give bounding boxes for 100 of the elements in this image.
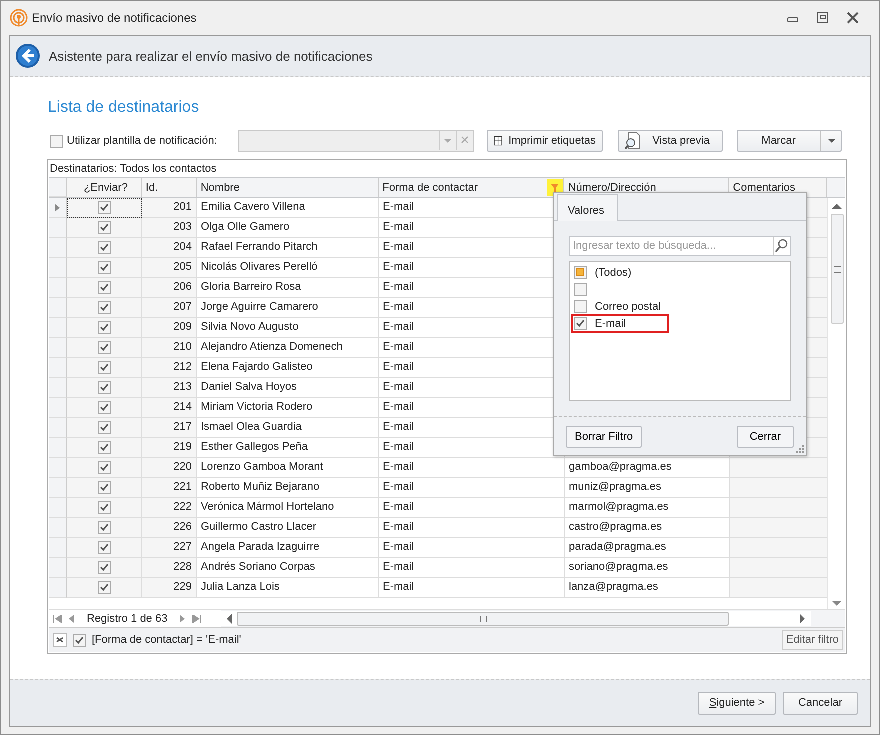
table-cell: Gloria Barreiro Rosa bbox=[197, 278, 379, 298]
checkbox[interactable] bbox=[50, 134, 63, 148]
table-cell: Roberto Muñiz Bejarano bbox=[197, 478, 379, 498]
checkbox[interactable] bbox=[98, 201, 110, 214]
popup-button[interactable]: Borrar Filtro bbox=[566, 426, 642, 448]
table-cell: lanza@pragma.es bbox=[565, 578, 730, 598]
checkbox[interactable] bbox=[574, 283, 587, 296]
row-indicator[interactable] bbox=[49, 218, 67, 238]
checkbox[interactable] bbox=[98, 581, 110, 594]
split-button[interactable]: Marcar bbox=[736, 130, 842, 152]
table-cell: E-mail bbox=[379, 538, 565, 558]
clear-filter-icon[interactable] bbox=[53, 633, 67, 647]
checkbox[interactable] bbox=[98, 481, 110, 494]
column-header[interactable]: Nombre bbox=[196, 178, 379, 197]
popup-button[interactable]: Cerrar bbox=[736, 426, 794, 448]
row-indicator[interactable] bbox=[49, 358, 67, 378]
checkbox[interactable] bbox=[98, 241, 110, 254]
row-indicator[interactable] bbox=[49, 238, 67, 258]
edit-filter-button[interactable]: Editar filtro bbox=[782, 630, 843, 650]
checkbox[interactable] bbox=[98, 561, 110, 574]
table-cell: 219 bbox=[142, 438, 197, 458]
checkbox[interactable] bbox=[73, 634, 86, 646]
table-cell: 212 bbox=[142, 358, 197, 378]
checkbox[interactable] bbox=[574, 300, 587, 313]
dropdown-arrow-icon bbox=[827, 138, 837, 144]
checkbox[interactable] bbox=[98, 361, 110, 374]
row-indicator[interactable] bbox=[49, 518, 67, 538]
search-field[interactable]: Ingresar texto de búsqueda... bbox=[569, 236, 791, 256]
table-cell: Elena Fajardo Galisteo bbox=[197, 358, 379, 378]
resize-grip-icon[interactable] bbox=[795, 444, 804, 453]
checkbox[interactable] bbox=[98, 321, 110, 334]
row-indicator[interactable] bbox=[49, 458, 67, 478]
table-cell: 207 bbox=[142, 298, 197, 318]
list-item[interactable]: Correo postal bbox=[595, 300, 662, 312]
checkbox[interactable] bbox=[98, 221, 110, 234]
back-icon[interactable] bbox=[15, 43, 41, 69]
checkbox[interactable] bbox=[98, 501, 110, 514]
checkbox[interactable] bbox=[98, 521, 110, 534]
horizontal-scrollbar[interactable] bbox=[221, 611, 811, 626]
wizard-title: Asistente para realizar el envío masivo de notificaciones bbox=[49, 48, 373, 64]
row-indicator[interactable] bbox=[49, 398, 67, 418]
row-indicator[interactable] bbox=[49, 338, 67, 358]
vertical-scrollbar[interactable] bbox=[827, 198, 845, 609]
record-counter: Registro 1 de 63 bbox=[86, 612, 169, 624]
table-cell: castro@pragma.es bbox=[565, 518, 730, 538]
row-indicator[interactable] bbox=[49, 578, 67, 598]
dialog-button[interactable]: Cancelar bbox=[783, 692, 858, 714]
grid-caption: Destinatarios: Todos los contactos bbox=[49, 162, 218, 177]
checkbox[interactable] bbox=[98, 441, 110, 454]
checkbox[interactable] bbox=[98, 281, 110, 294]
table-cell: 210 bbox=[142, 338, 197, 358]
row-indicator[interactable] bbox=[49, 318, 67, 338]
row-indicator[interactable] bbox=[49, 278, 67, 298]
row-indicator[interactable] bbox=[49, 498, 67, 518]
next-record-icon[interactable] bbox=[180, 614, 186, 622]
checkbox[interactable] bbox=[98, 301, 110, 314]
table-cell: 217 bbox=[142, 418, 197, 438]
previous-record-icon[interactable] bbox=[69, 614, 75, 622]
row-indicator[interactable] bbox=[49, 418, 67, 438]
toolbar-button[interactable]: Vista previa bbox=[618, 130, 723, 152]
row-indicator[interactable] bbox=[49, 298, 67, 318]
checkbox[interactable] bbox=[98, 421, 110, 434]
checkbox[interactable] bbox=[98, 461, 110, 474]
table-cell: soriano@pragma.es bbox=[565, 558, 730, 578]
table-cell: Olga Olle Gamero bbox=[197, 218, 379, 238]
row-indicator[interactable] bbox=[49, 558, 67, 578]
table-cell: Lorenzo Gamboa Morant bbox=[197, 458, 379, 478]
table-cell: gamboa@pragma.es bbox=[565, 458, 730, 478]
search-icon[interactable] bbox=[773, 237, 790, 255]
row-indicator[interactable] bbox=[49, 538, 67, 558]
filter-expression[interactable]: [Forma de contactar] = 'E-mail' bbox=[92, 634, 776, 646]
toolbar-button[interactable]: Imprimir etiquetas bbox=[487, 130, 604, 152]
table-cell: 229 bbox=[142, 578, 197, 598]
checkbox[interactable] bbox=[98, 261, 110, 274]
checkbox[interactable] bbox=[98, 341, 110, 354]
tab[interactable]: Valores bbox=[557, 194, 618, 221]
list-item[interactable]: E-mail bbox=[595, 318, 626, 330]
checkbox[interactable] bbox=[98, 401, 110, 414]
row-indicator[interactable] bbox=[49, 378, 67, 398]
checkbox[interactable] bbox=[574, 317, 587, 330]
dialog-button[interactable]: Siguiente > bbox=[698, 692, 776, 714]
list-item[interactable]: (Todos) bbox=[595, 266, 632, 278]
table-cell: 221 bbox=[142, 478, 197, 498]
row-indicator[interactable] bbox=[49, 438, 67, 458]
first-record-icon[interactable] bbox=[53, 614, 63, 622]
row-indicator[interactable] bbox=[49, 198, 67, 218]
maximize-icon[interactable] bbox=[817, 12, 829, 24]
template-dropdown[interactable] bbox=[238, 130, 474, 152]
checkbox[interactable] bbox=[98, 541, 110, 554]
table-cell: E-mail bbox=[379, 498, 565, 518]
table-cell: Verónica Mármol Hortelano bbox=[197, 498, 379, 518]
row-indicator[interactable] bbox=[49, 258, 67, 278]
last-record-icon[interactable] bbox=[192, 614, 202, 622]
table-cell: Rafael Ferrando Pitarch bbox=[197, 238, 379, 258]
checkbox-label: Utilizar plantilla de notificación: bbox=[67, 135, 218, 147]
table-cell: 222 bbox=[142, 498, 197, 518]
checkbox[interactable] bbox=[574, 266, 587, 279]
row-indicator[interactable] bbox=[49, 478, 67, 498]
close-icon[interactable] bbox=[847, 12, 859, 24]
checkbox[interactable] bbox=[98, 381, 110, 394]
